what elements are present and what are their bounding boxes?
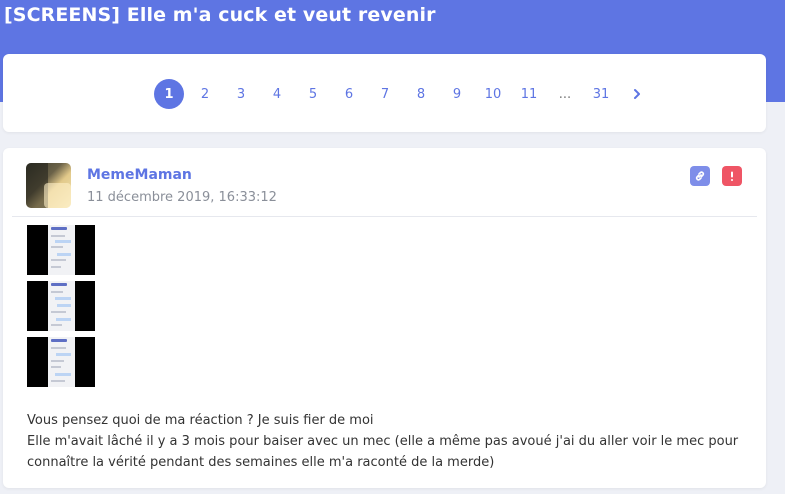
post-body: Vous pensez quoi de ma réaction ? Je sui… bbox=[27, 410, 757, 473]
page-11[interactable]: 11 bbox=[511, 78, 547, 110]
post-text-line: Vous pensez quoi de ma réaction ? Je sui… bbox=[27, 413, 374, 428]
post-date: 11 décembre 2019, 16:33:12 bbox=[87, 190, 277, 205]
page-last[interactable]: 31 bbox=[583, 78, 619, 110]
link-icon bbox=[695, 171, 705, 181]
topic-title: [SCREENS] Elle m'a cuck et veut revenir bbox=[4, 4, 436, 26]
page-6[interactable]: 6 bbox=[331, 78, 367, 110]
avatar[interactable] bbox=[26, 163, 71, 208]
post-image-2[interactable] bbox=[27, 281, 95, 331]
chevron-right-icon bbox=[634, 89, 640, 99]
page-8[interactable]: 8 bbox=[403, 78, 439, 110]
post-divider bbox=[12, 216, 757, 217]
post-text-line: Elle m'avait lâché il y a 3 mois pour ba… bbox=[27, 434, 739, 449]
page-5[interactable]: 5 bbox=[295, 78, 331, 110]
page-7[interactable]: 7 bbox=[367, 78, 403, 110]
page-1[interactable]: 1 bbox=[151, 78, 187, 110]
page-2[interactable]: 2 bbox=[187, 78, 223, 110]
permalink-button[interactable] bbox=[690, 166, 710, 186]
author-name[interactable]: MemeMaman bbox=[87, 167, 192, 183]
post-card: MemeMaman 11 décembre 2019, 16:33:12 Vou… bbox=[3, 148, 766, 488]
page-3[interactable]: 3 bbox=[223, 78, 259, 110]
exclamation-icon bbox=[731, 171, 733, 181]
post-image-3[interactable] bbox=[27, 337, 95, 387]
report-button[interactable] bbox=[722, 166, 742, 186]
pagination: 1 2 3 4 5 6 7 8 9 10 11 ... 31 bbox=[151, 78, 655, 110]
next-page-button[interactable] bbox=[619, 78, 655, 110]
post-text-line: connaître la vérité pendant des semaines… bbox=[27, 455, 495, 470]
page-9[interactable]: 9 bbox=[439, 78, 475, 110]
pagination-card: 1 2 3 4 5 6 7 8 9 10 11 ... 31 bbox=[3, 54, 766, 132]
pagination-ellipsis: ... bbox=[558, 86, 572, 102]
page-4[interactable]: 4 bbox=[259, 78, 295, 110]
post-image-1[interactable] bbox=[27, 225, 95, 275]
page-10[interactable]: 10 bbox=[475, 78, 511, 110]
